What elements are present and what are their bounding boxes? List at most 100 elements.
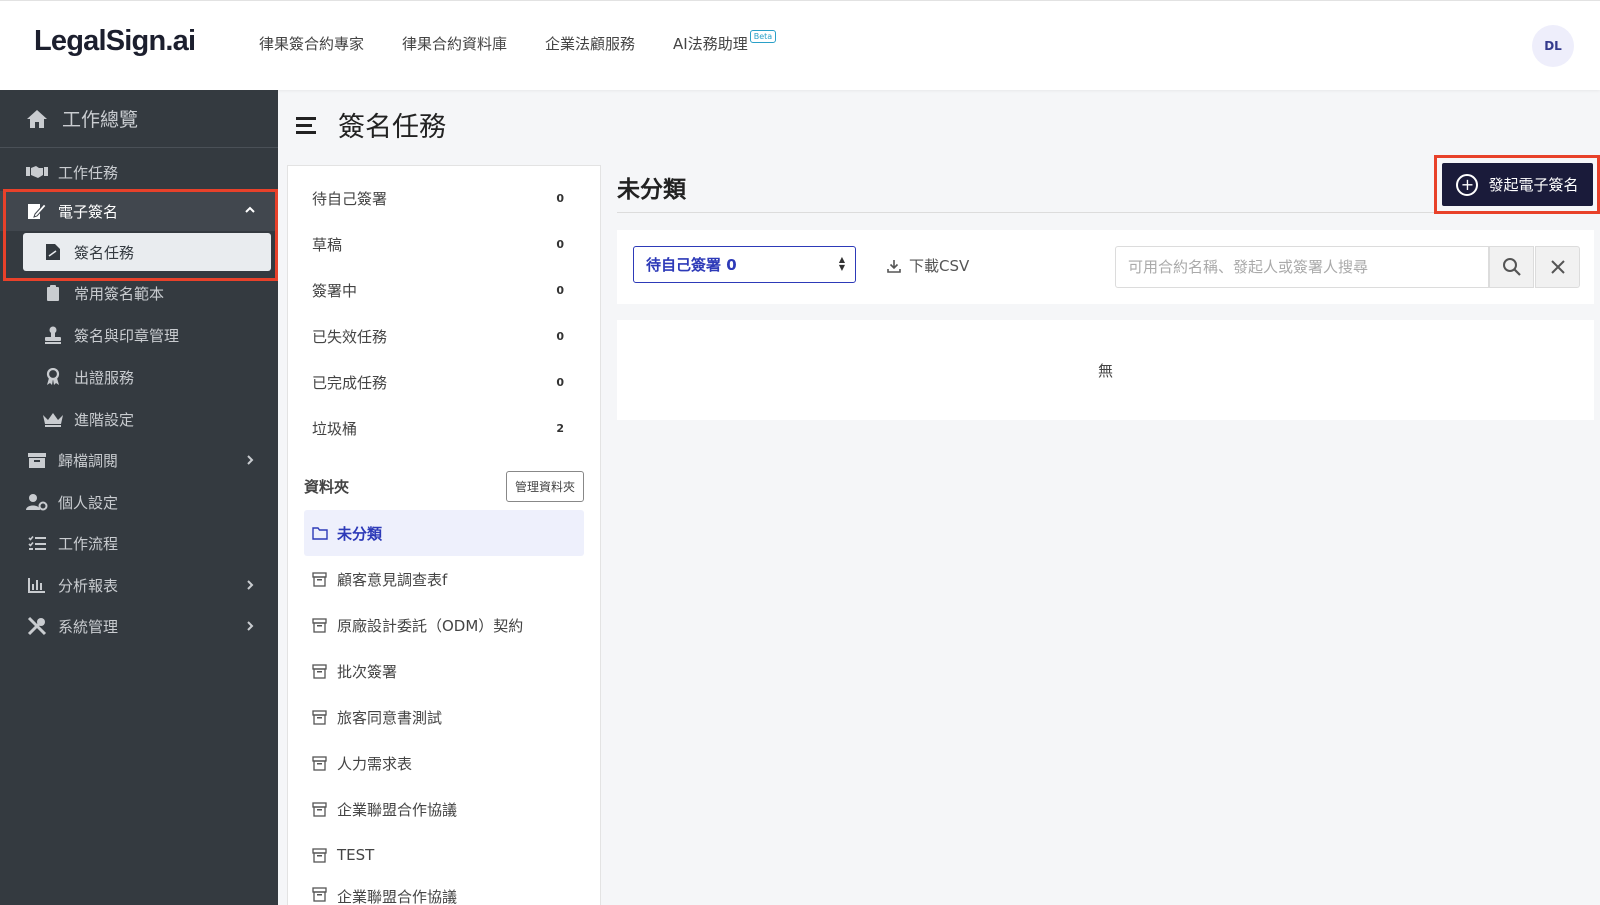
sidebar-item-label: 個人設定 — [58, 493, 119, 512]
task-filter-panel: 待自己簽署 0 草稿 0 簽署中 0 已失效任務 0 已完成任務 0 垃圾桶 2… — [287, 165, 601, 905]
folder-item[interactable]: 人力需求表 — [304, 740, 584, 786]
signature-icon — [26, 200, 48, 222]
chevron-right-icon — [244, 618, 256, 636]
folder-label: 原廠設計委託（ODM）契約 — [337, 616, 524, 635]
status-label: 草稿 — [312, 235, 343, 254]
archive-box-icon — [312, 886, 328, 902]
archive-box-icon — [312, 709, 328, 725]
folder-icon — [312, 525, 328, 541]
folder-item[interactable]: 企業聯盟合作協議 — [304, 786, 584, 832]
folder-label: 顧客意見調查表f — [337, 570, 448, 589]
menu-toggle-icon[interactable] — [296, 115, 318, 135]
stamp-icon — [42, 324, 64, 346]
status-count: 0 — [556, 191, 564, 205]
search-icon — [1502, 257, 1522, 277]
status-count: 2 — [556, 421, 564, 435]
empty-text: 無 — [1097, 361, 1113, 380]
folder-label: 未分類 — [337, 524, 383, 543]
nav-contract-expert[interactable]: 律果簽合約專家 — [259, 33, 364, 54]
clear-search-button[interactable] — [1535, 246, 1580, 288]
award-icon — [42, 366, 64, 388]
status-label: 已完成任務 — [312, 373, 388, 392]
sidebar-item-archive[interactable]: 歸檔調閱 — [0, 441, 278, 479]
tools-icon — [26, 615, 48, 637]
section-title: 未分類 — [617, 177, 686, 203]
handshake-icon — [26, 161, 48, 183]
download-csv-label: 下載CSV — [909, 257, 970, 275]
sidebar-item-label: 系統管理 — [58, 617, 119, 636]
folder-label: 批次簽署 — [337, 662, 398, 681]
status-filter-value: 待自己簽署 0 — [646, 256, 737, 274]
sidebar-item-label: 歸檔調閱 — [58, 451, 119, 470]
folder-item[interactable]: 批次簽署 — [304, 648, 584, 694]
sidebar-item-stamps[interactable]: 簽名與印章管理 — [0, 316, 278, 354]
sidebar-item-label: 電子簽名 — [58, 202, 119, 221]
status-filter-select[interactable]: 待自己簽署 0 ▲ ▼ — [633, 246, 856, 283]
section-divider — [617, 212, 1594, 213]
sidebar-item-label: 簽名任務 — [74, 243, 135, 262]
sort-arrows-icon: ▲ ▼ — [838, 255, 845, 272]
user-cog-icon — [26, 491, 48, 513]
status-label: 待自己簽署 — [312, 189, 388, 208]
sidebar-item-reports[interactable]: 分析報表 — [0, 566, 278, 604]
filter-bar: 待自己簽署 0 ▲ ▼ 下載CSV — [617, 230, 1594, 304]
nav-ai-label: AI法務助理 — [673, 35, 748, 53]
sidebar-item-system-admin[interactable]: 系統管理 — [0, 607, 278, 645]
folder-item[interactable]: 顧客意見調查表f — [304, 556, 584, 602]
search-button[interactable] — [1489, 246, 1534, 288]
folder-item-uncategorized[interactable]: 未分類 — [304, 510, 584, 556]
status-item-pending-self[interactable]: 待自己簽署 0 — [312, 186, 582, 210]
sidebar-item-tasks[interactable]: 工作任務 — [0, 153, 278, 191]
manage-folders-button[interactable]: 管理資料夾 — [505, 471, 584, 502]
folder-label: 企業聯盟合作協議 — [337, 888, 458, 905]
close-icon — [1550, 259, 1566, 275]
beta-badge: Beta — [749, 30, 777, 43]
sidebar-home-label: 工作總覽 — [62, 109, 139, 131]
folder-label: 人力需求表 — [337, 754, 413, 773]
status-item-completed[interactable]: 已完成任務 0 — [312, 370, 582, 394]
archive-box-icon — [312, 571, 328, 587]
sidebar-item-templates[interactable]: 常用簽名範本 — [0, 274, 278, 312]
clipboard-icon — [42, 282, 64, 304]
archive-box-icon — [312, 755, 328, 771]
archive-box-icon — [312, 847, 328, 863]
status-item-signing[interactable]: 簽署中 0 — [312, 278, 582, 302]
sidebar-item-workflow[interactable]: 工作流程 — [0, 524, 278, 562]
folder-item[interactable]: 旅客同意書測試 — [304, 694, 584, 740]
crown-icon — [42, 408, 64, 430]
folder-item[interactable]: 企業聯盟合作協議 — [304, 872, 584, 905]
search-input[interactable] — [1115, 246, 1489, 288]
status-count: 0 — [556, 237, 564, 251]
nav-ai-legal-assistant[interactable]: AI法務助理 Beta — [673, 30, 777, 54]
status-item-expired[interactable]: 已失效任務 0 — [312, 324, 582, 348]
status-count: 0 — [556, 283, 564, 297]
download-csv-button[interactable]: 下載CSV — [887, 255, 969, 276]
top-nav-menu: 律果簽合約專家 律果合約資料庫 企業法顧服務 AI法務助理 Beta — [259, 30, 777, 54]
folder-item[interactable]: 原廠設計委託（ODM）契約 — [304, 602, 584, 648]
start-esign-button[interactable]: + 發起電子簽名 — [1442, 163, 1593, 206]
sidebar-home[interactable]: 工作總覽 — [0, 90, 278, 148]
archive-icon — [26, 449, 48, 471]
archive-box-icon — [312, 617, 328, 633]
status-item-draft[interactable]: 草稿 0 — [312, 232, 582, 256]
folder-label: 企業聯盟合作協議 — [337, 800, 458, 819]
sidebar-item-sign-tasks[interactable]: 簽名任務 — [23, 233, 271, 271]
brand-logo[interactable]: LegalSign.ai — [34, 25, 196, 58]
nav-legal-counsel[interactable]: 企業法顧服務 — [545, 33, 635, 54]
sidebar-item-label: 工作流程 — [58, 534, 119, 553]
sidebar-item-label: 工作任務 — [58, 163, 119, 182]
chart-bar-icon — [26, 574, 48, 596]
folder-header-label: 資料夾 — [304, 478, 350, 496]
sidebar-item-esign[interactable]: 電子簽名 — [0, 191, 278, 231]
plus-circle-icon: + — [1456, 173, 1479, 196]
sidebar-item-personal-settings[interactable]: 個人設定 — [0, 483, 278, 521]
status-item-trash[interactable]: 垃圾桶 2 — [312, 416, 582, 440]
sidebar-item-advanced[interactable]: 進階設定 — [0, 400, 278, 438]
page-header: 簽名任務 — [296, 105, 446, 144]
archive-box-icon — [312, 663, 328, 679]
folder-header: 資料夾 管理資料夾 — [304, 471, 584, 502]
nav-contract-database[interactable]: 律果合約資料庫 — [402, 33, 507, 54]
user-avatar[interactable]: DL — [1532, 25, 1574, 67]
sidebar-item-certification[interactable]: 出證服務 — [0, 358, 278, 396]
archive-box-icon — [312, 801, 328, 817]
